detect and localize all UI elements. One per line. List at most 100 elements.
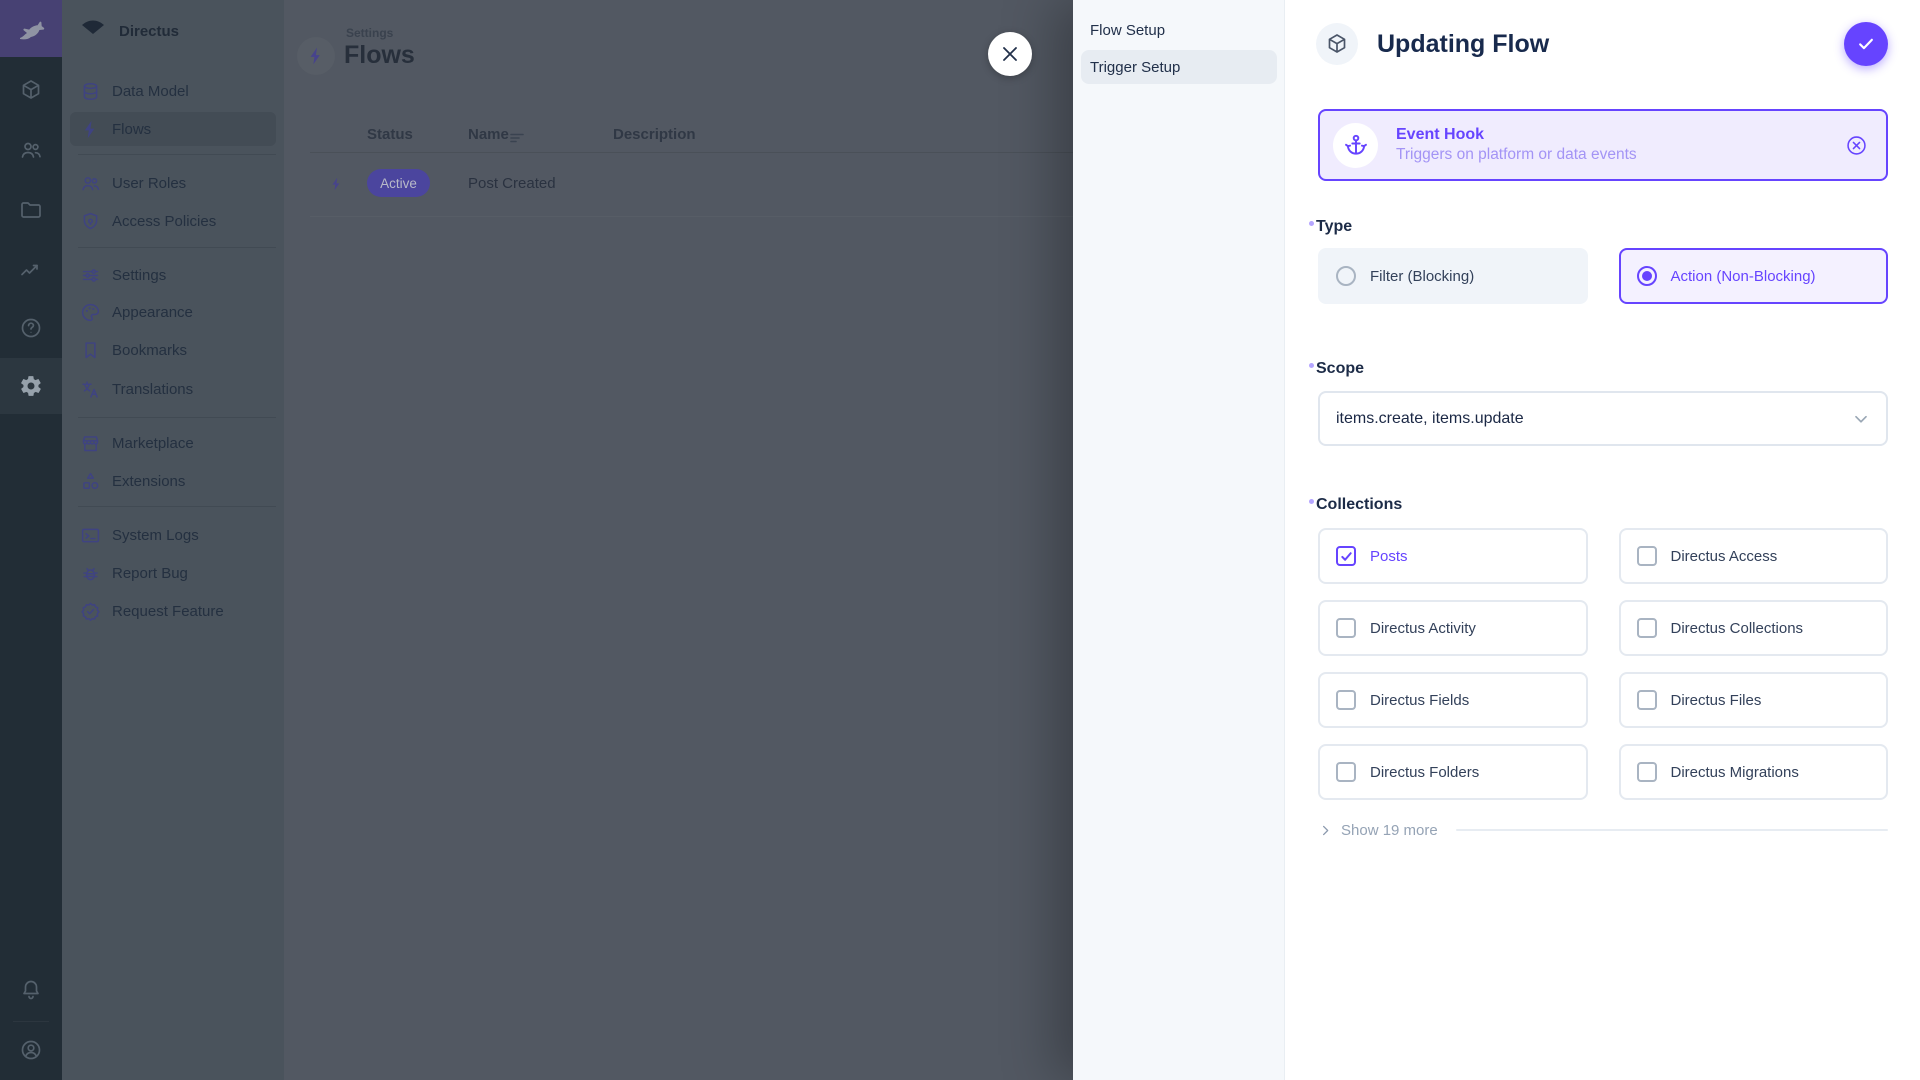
drawer-nav-panel: Flow Setup Trigger Setup (1073, 0, 1285, 1080)
collection-checkbox-posts[interactable]: Posts (1318, 528, 1588, 584)
storefront-icon (79, 432, 101, 454)
collection-checkbox-directus-files[interactable]: Directus Files (1619, 672, 1889, 728)
cube-icon (1316, 23, 1358, 65)
sidebar-item-extensions[interactable]: Extensions (70, 464, 276, 498)
close-icon (1001, 45, 1019, 63)
checkbox-checked-icon (1336, 546, 1356, 566)
checkbox-icon (1637, 690, 1657, 710)
directus-logo-tile[interactable] (0, 0, 62, 57)
radio-option-action-non-blocking[interactable]: Action (Non-Blocking) (1619, 248, 1889, 304)
collection-checkbox-directus-access[interactable]: Directus Access (1619, 528, 1889, 584)
sidebar-item-translations[interactable]: Translations (70, 372, 276, 406)
collection-checkbox-directus-activity[interactable]: Directus Activity (1318, 600, 1588, 656)
checkbox-icon (1637, 762, 1657, 782)
collection-checkbox-directus-fields[interactable]: Directus Fields (1318, 672, 1588, 728)
help-icon[interactable] (0, 300, 62, 356)
sidebar-item-appearance[interactable]: Appearance (70, 295, 276, 329)
required-dot (1309, 499, 1314, 504)
sort-icon[interactable] (510, 131, 524, 149)
checkbox-icon (1637, 618, 1657, 638)
directus-rabbit-logo (14, 14, 48, 44)
bookmark-icon (79, 339, 101, 361)
collection-checkbox-directus-migrations[interactable]: Directus Migrations (1619, 744, 1889, 800)
project-title: Directus (119, 23, 179, 40)
shield-icon (79, 210, 101, 232)
activity-icon[interactable] (0, 242, 62, 298)
sidebar-item-bookmarks[interactable]: Bookmarks (70, 333, 276, 367)
drawer-title-row: Updating Flow (1316, 23, 1549, 65)
user-circle-icon[interactable] (0, 1022, 62, 1078)
gear-icon[interactable] (0, 358, 62, 414)
required-dot (1309, 363, 1314, 368)
terminal-icon (79, 524, 101, 546)
deselect-trigger-icon[interactable] (1845, 134, 1868, 157)
table-row[interactable]: Post Created (468, 175, 556, 192)
checkbox-icon (1336, 618, 1356, 638)
users-icon[interactable] (0, 122, 62, 178)
drawer-nav-trigger-setup[interactable]: Trigger Setup (1081, 50, 1277, 84)
trigger-card-texts: Event Hook Triggers on platform or data … (1396, 125, 1827, 166)
radio-option-filter-blocking[interactable]: Filter (Blocking) (1318, 248, 1588, 304)
trigger-card-subtitle: Triggers on platform or data events (1396, 145, 1827, 165)
required-dot (1309, 221, 1314, 226)
scope-section-label: Scope (1318, 360, 1364, 378)
page-title: Flows (344, 41, 415, 70)
translate-icon (79, 378, 101, 400)
sidebar-item-marketplace[interactable]: Marketplace (70, 426, 276, 460)
module-bar (0, 0, 62, 1080)
flows-title-icon (297, 37, 335, 75)
sidebar-item-system-logs[interactable]: System Logs (70, 518, 276, 552)
project-logo-icon (80, 19, 106, 44)
project-header[interactable]: Directus (80, 14, 179, 48)
radio-icon (1336, 266, 1356, 286)
drawer-nav-flow-setup[interactable]: Flow Setup (1081, 13, 1277, 47)
sidebar-item-label: Settings (112, 267, 166, 284)
type-options: Filter (Blocking) Action (Non-Blocking) (1318, 248, 1888, 304)
table-header-description[interactable]: Description (613, 126, 696, 143)
sidebar-item-label: Flows (112, 121, 151, 138)
chevron-right-icon (1318, 823, 1333, 838)
save-button[interactable] (1844, 22, 1888, 66)
show-more-button[interactable]: Show 19 more (1318, 820, 1888, 840)
bolt-icon (306, 46, 326, 66)
trigger-type-card-event-hook[interactable]: Event Hook Triggers on platform or data … (1318, 109, 1888, 181)
checkbox-icon (1336, 762, 1356, 782)
sidebar-item-flows[interactable]: Flows (70, 112, 276, 146)
database-icon (79, 80, 101, 102)
anchor-icon (1333, 123, 1378, 168)
collections-grid: Posts Directus Access Directus Activity … (1318, 528, 1888, 800)
sidebar-item-settings[interactable]: Settings (70, 258, 276, 292)
badge-check-icon (79, 600, 101, 622)
sidebar-divider (78, 154, 276, 155)
sidebar-item-label: User Roles (112, 175, 186, 192)
sidebar: Directus Data Model Flows User Roles Acc… (62, 0, 284, 1080)
flow-row-bolt-icon (329, 173, 344, 200)
user-roles-icon (79, 172, 101, 194)
collection-checkbox-directus-folders[interactable]: Directus Folders (1318, 744, 1588, 800)
collection-checkbox-directus-collections[interactable]: Directus Collections (1619, 600, 1889, 656)
sidebar-item-label: Request Feature (112, 603, 224, 620)
trigger-card-title: Event Hook (1396, 125, 1827, 146)
sidebar-item-data-model[interactable]: Data Model (70, 74, 276, 108)
sidebar-item-user-roles[interactable]: User Roles (70, 166, 276, 200)
drawer-title: Updating Flow (1377, 30, 1549, 59)
sliders-icon (79, 264, 101, 286)
table-header-name[interactable]: Name (468, 126, 509, 143)
sidebar-item-label: Appearance (112, 304, 193, 321)
sidebar-item-report-bug[interactable]: Report Bug (70, 556, 276, 590)
close-drawer-button[interactable] (988, 32, 1032, 76)
breadcrumb[interactable]: Settings (346, 26, 393, 40)
sidebar-item-request-feature[interactable]: Request Feature (70, 594, 276, 628)
drawer-updating-flow: Flow Setup Trigger Setup Updating Flow E… (1073, 0, 1920, 1080)
sidebar-item-label: Data Model (112, 83, 189, 100)
checkbox-icon (1637, 546, 1657, 566)
table-header-status[interactable]: Status (367, 126, 413, 143)
cube-icon[interactable] (0, 62, 62, 118)
scope-select[interactable]: items.create, items.update (1318, 391, 1888, 446)
folder-icon[interactable] (0, 182, 62, 238)
chevron-down-icon (1850, 408, 1872, 430)
sidebar-item-label: Report Bug (112, 565, 188, 582)
bell-icon[interactable] (0, 962, 62, 1018)
sidebar-item-access-policies[interactable]: Access Policies (70, 204, 276, 238)
sidebar-divider (78, 417, 276, 418)
